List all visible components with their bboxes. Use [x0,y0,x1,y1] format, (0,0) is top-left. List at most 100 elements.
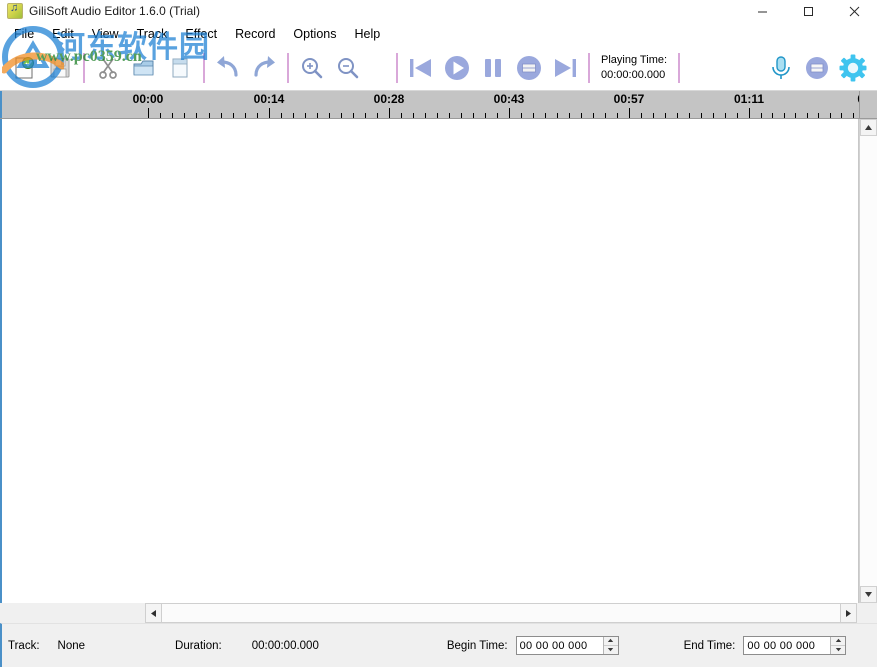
previous-button[interactable] [403,48,439,88]
duration-label: Duration: [175,640,222,652]
redo-icon [250,55,278,81]
timeline-ruler[interactable]: 00:0000:1400:2800:4300:5701:1101 [6,91,859,118]
waveform-canvas[interactable] [6,119,859,603]
scroll-right-icon [845,609,852,618]
zoom-out-button[interactable] [330,48,366,88]
begin-time-spinner[interactable]: 00 00 00 000 [516,636,619,655]
ruler-tick-minor [689,113,690,118]
ruler-tick-minor [317,113,318,118]
ruler-tick-minor [617,113,618,118]
end-time-decrement-button[interactable] [831,646,845,655]
end-time-input[interactable]: 00 00 00 000 [744,637,830,654]
ruler-tick-minor [473,113,474,118]
next-button[interactable] [547,48,583,88]
end-time-spinner[interactable]: 00 00 00 000 [743,636,846,655]
vertical-scroll-track[interactable] [860,136,877,586]
ruler-tick-minor [795,113,796,118]
ruler-tick-minor [437,113,438,118]
cut-button[interactable] [90,48,126,88]
stop-record-button[interactable] [799,48,835,88]
ruler-tick-minor [172,113,173,118]
undo-button[interactable] [210,48,246,88]
save-button[interactable] [42,48,78,88]
ruler-label: 00:00 [133,92,164,106]
ruler-tick-minor [341,113,342,118]
menu-item-help[interactable]: Help [346,24,390,44]
menu-item-view[interactable]: View [83,24,128,44]
scroll-down-button[interactable] [860,586,877,603]
begin-time-label: Begin Time: [447,640,508,652]
ruler-label: 00:57 [614,92,645,106]
ruler-tick-minor [365,113,366,118]
hscroll-lead-space [0,603,145,623]
scroll-up-button[interactable] [860,119,877,136]
scroll-left-button[interactable] [145,603,162,623]
ruler-tick-major [629,108,630,118]
vertical-scrollbar[interactable] [859,119,877,603]
ruler-label: 00:28 [374,92,405,106]
settings-button[interactable] [835,48,871,88]
paste-icon [167,55,193,81]
ruler-tick-minor [677,113,678,118]
pause-icon [478,53,508,83]
undo-icon [214,55,242,81]
toolbar-separator-5 [588,53,590,83]
save-icon [47,55,73,81]
begin-time-decrement-button[interactable] [604,646,618,655]
menu-item-options[interactable]: Options [284,24,345,44]
pause-button[interactable] [475,48,511,88]
menu-item-track[interactable]: Track [128,24,177,44]
zoom-in-icon [299,55,325,81]
close-button[interactable] [831,0,877,22]
ruler-tick-minor [401,113,402,118]
ruler-tick-minor [653,113,654,118]
ruler-label: 01 [857,92,859,106]
play-button[interactable] [439,48,475,88]
microphone-record-button[interactable] [763,48,799,88]
begin-time-input[interactable]: 00 00 00 000 [517,637,603,654]
window-title: GiliSoft Audio Editor 1.6.0 (Trial) [29,4,200,18]
menu-item-record[interactable]: Record [226,24,284,44]
ruler-tick-minor [281,113,282,118]
ruler-tick-minor [761,113,762,118]
end-time-spin-buttons[interactable] [830,637,845,654]
editor-area [0,119,877,603]
ruler-tick-minor [184,113,185,118]
horizontal-scroll-track[interactable] [162,603,840,623]
menu-item-effect[interactable]: Effect [176,24,226,44]
redo-button[interactable] [246,48,282,88]
ruler-tick-minor [737,113,738,118]
toolbar-separator-1 [83,53,85,83]
zoom-in-button[interactable] [294,48,330,88]
app-icon [7,3,23,19]
ruler-tick-minor [641,113,642,118]
end-time-increment-button[interactable] [831,637,845,646]
scroll-right-button[interactable] [840,603,857,623]
next-icon [550,53,580,83]
copy-button[interactable] [126,48,162,88]
zoom-out-icon [335,55,361,81]
duration-value: 00:00:00.000 [252,640,319,652]
toolbar-separator-4 [396,53,398,83]
menu-item-edit[interactable]: Edit [43,24,83,44]
scroll-left-icon [150,609,157,618]
paste-button[interactable] [162,48,198,88]
maximize-button[interactable] [785,0,831,22]
begin-time-spin-buttons[interactable] [603,637,618,654]
new-file-icon [11,55,37,81]
minimize-button[interactable] [739,0,785,22]
spinner-up-icon [835,638,842,643]
stop-button[interactable] [511,48,547,88]
ruler-tick-minor [413,113,414,118]
new-file-button[interactable] [6,48,42,88]
playing-time-value: 00:00:00.000 [601,68,667,83]
horizontal-scrollbar-row [0,603,877,623]
ruler-tick-minor [701,113,702,118]
application-window: GiliSoft Audio Editor 1.6.0 (Trial) File… [0,0,877,667]
menu-item-file[interactable]: File [5,24,43,44]
ruler-tick-major [148,108,149,118]
begin-time-increment-button[interactable] [604,637,618,646]
ruler-tick-minor [557,113,558,118]
scroll-up-icon [864,124,873,131]
hscroll-tail-space [857,603,877,623]
